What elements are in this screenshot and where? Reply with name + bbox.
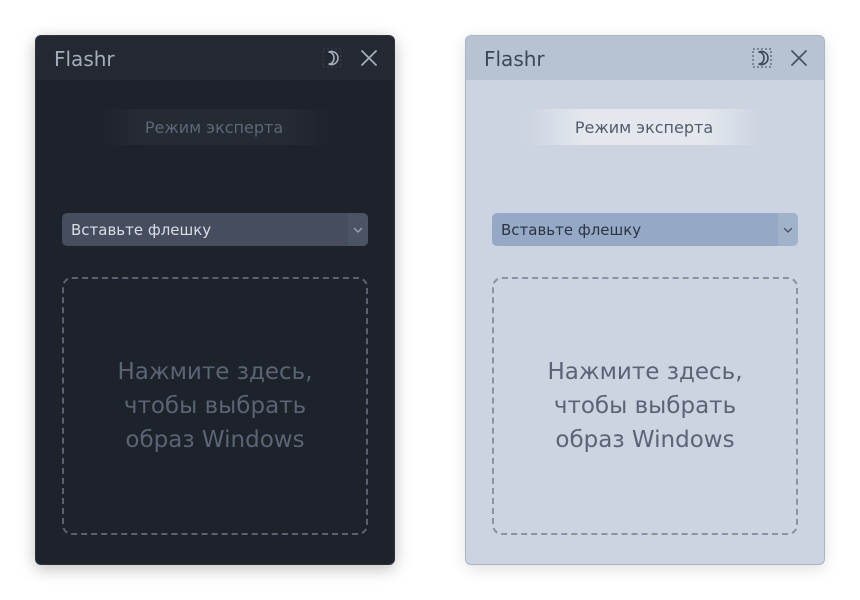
- titlebar[interactable]: Flashr: [36, 36, 394, 80]
- screenshot-stage: Flashr Режим эксперта Вставьте флешку На…: [0, 0, 860, 600]
- close-icon: [791, 50, 807, 66]
- window-title: Flashr: [484, 47, 545, 71]
- image-dropzone[interactable]: Нажмите здесь, чтобы выбрать образ Windo…: [62, 277, 368, 535]
- expert-mode-button[interactable]: Режим эксперта: [96, 109, 332, 145]
- moon-icon: [322, 48, 342, 68]
- window-title: Flashr: [54, 47, 115, 71]
- drive-select-arrow[interactable]: [348, 213, 368, 246]
- image-dropzone[interactable]: Нажмите здесь, чтобы выбрать образ Windo…: [492, 277, 798, 535]
- close-icon: [361, 50, 377, 66]
- titlebar[interactable]: Flashr: [466, 36, 824, 80]
- drive-select[interactable]: Вставьте флешку: [62, 213, 368, 246]
- moon-icon: [752, 48, 772, 68]
- dropzone-prompt: Нажмите здесь, чтобы выбрать образ Windo…: [547, 359, 743, 453]
- expert-mode-button[interactable]: Режим эксперта: [526, 109, 762, 145]
- drive-select-value: Вставьте флешку: [71, 221, 212, 239]
- chevron-down-icon: [353, 227, 363, 233]
- theme-toggle-button[interactable]: [321, 47, 343, 69]
- drive-select-arrow[interactable]: [778, 213, 798, 246]
- dropzone-prompt: Нажмите здесь, чтобы выбрать образ Windo…: [117, 359, 313, 453]
- flashr-window-dark: Flashr Режим эксперта Вставьте флешку На…: [35, 35, 395, 565]
- flashr-window-light: Flashr Режим эксперта Вставьте флешку На…: [465, 35, 825, 565]
- chevron-down-icon: [783, 227, 793, 233]
- close-button[interactable]: [788, 47, 810, 69]
- drive-select[interactable]: Вставьте флешку: [492, 213, 798, 246]
- close-button[interactable]: [358, 47, 380, 69]
- drive-select-value: Вставьте флешку: [501, 221, 642, 239]
- theme-toggle-button[interactable]: [751, 47, 773, 69]
